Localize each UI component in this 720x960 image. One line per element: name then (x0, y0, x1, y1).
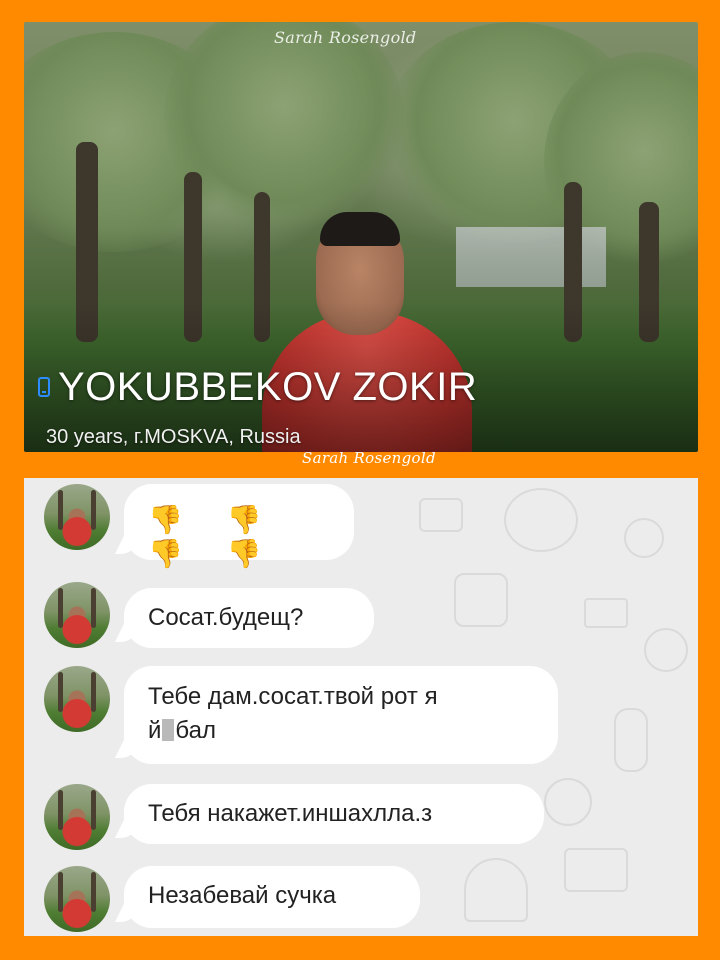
doodle-bottle-icon (614, 708, 648, 772)
message-text: Тебе дам.сосат.твой рот я (148, 683, 438, 710)
doodle-ball-icon (544, 778, 592, 826)
message-bubble[interactable]: Тебе дам.сосат.твой рот я й бал (124, 666, 558, 764)
thumbs-down-icon: 👎 👎 👎 👎 (148, 504, 280, 569)
doodle-star-icon (464, 858, 528, 922)
message-text: Сосат.будещ? (148, 604, 304, 631)
message-text: Тебя накажет.иншахлла.з (148, 800, 433, 827)
sender-avatar[interactable] (44, 484, 110, 550)
message-bubble[interactable]: Сосат.будещ? (124, 588, 374, 648)
doodle-envelope-icon (584, 598, 628, 628)
doodle-card-icon (564, 848, 628, 892)
doodle-photo-icon (419, 498, 463, 532)
doodle-circle-icon (624, 518, 664, 558)
watermark: Sarah Rosengold (302, 449, 436, 467)
message-bubble[interactable]: Незабевай сучка (124, 866, 420, 928)
phone-icon (38, 377, 50, 397)
background-building (456, 227, 606, 287)
profile-name[interactable]: YOKUBBEKOV ZOKIR (58, 367, 477, 407)
message-bubble[interactable]: 👎 👎 👎 👎 (124, 484, 354, 569)
message-bubble[interactable]: Тебя накажет.иншахлла.з (124, 784, 544, 844)
message-text: Незабевай сучка (148, 882, 337, 909)
doodle-bear-icon (504, 488, 578, 552)
profile-name-row: YOKUBBEKOV ZOKIR (38, 367, 477, 407)
profile-details: 30 years, г.MOSKVA, Russia (46, 426, 301, 448)
watermark: Sarah Rosengold (274, 28, 417, 47)
doodle-smile-icon (644, 628, 688, 672)
chat-panel[interactable]: 👎 👎 👎 👎 Сосат.будещ? Тебе дам.сосат.твой… (24, 478, 698, 936)
doodle-gift-icon (454, 573, 508, 627)
censor-block (162, 719, 175, 741)
sender-avatar[interactable] (44, 582, 110, 648)
sender-avatar[interactable] (44, 866, 110, 932)
profile-photo[interactable]: Sarah Rosengold YOKUBBEKOV ZOKIR 30 year… (24, 22, 698, 452)
sender-avatar[interactable] (44, 784, 110, 850)
sender-avatar[interactable] (44, 666, 110, 732)
message-text-line2: й бал (148, 717, 216, 744)
person-hair (320, 212, 400, 246)
